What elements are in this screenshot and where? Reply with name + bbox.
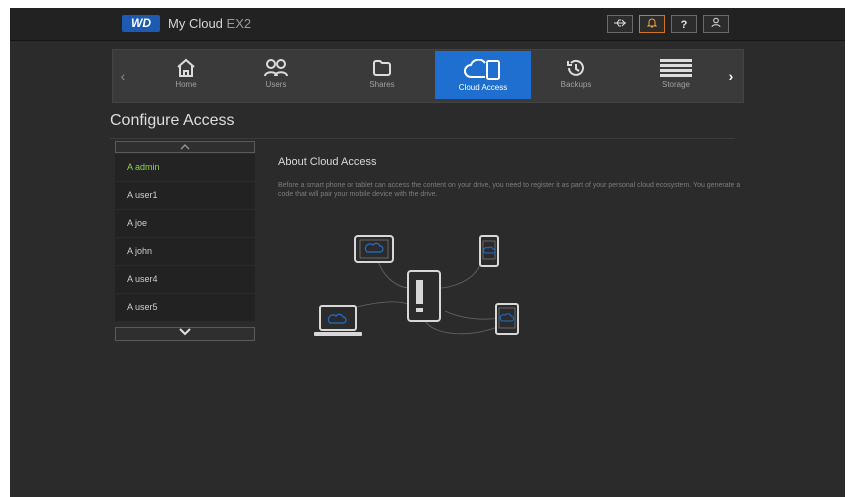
- user-item-john[interactable]: Ajohn: [115, 238, 255, 266]
- storage-icon: [660, 59, 692, 77]
- nav-backups-label: Backups: [560, 80, 592, 89]
- user-item-user4[interactable]: Auser4: [115, 266, 255, 294]
- nav-shares-label: Shares: [369, 80, 395, 89]
- cloud-device-icon: [464, 59, 500, 80]
- nav-prev-arrow[interactable]: ‹: [115, 50, 131, 102]
- user-icon: A: [127, 218, 134, 228]
- user-icon: A: [127, 162, 134, 172]
- page-title: Configure Access: [110, 112, 235, 129]
- tablet-top-icon: [354, 235, 394, 263]
- user-name: user1: [135, 190, 158, 200]
- user-name: joe: [135, 218, 148, 228]
- title-divider: [110, 138, 735, 139]
- cloud-devices-illustration: [314, 235, 519, 336]
- scroll-down-button[interactable]: [115, 327, 255, 341]
- user-item-user5[interactable]: Auser5: [115, 294, 255, 322]
- nav-home[interactable]: Home: [141, 50, 231, 102]
- product-model: EX2: [226, 16, 252, 31]
- wd-logo: WD: [122, 15, 160, 32]
- product-name-text: My Cloud: [168, 16, 223, 31]
- home-icon: [177, 58, 195, 77]
- phone-top-icon: [479, 235, 499, 267]
- user-item-user1[interactable]: Auser1: [115, 182, 255, 210]
- nav-backups[interactable]: Backups: [531, 50, 621, 102]
- nav-next-arrow[interactable]: ›: [723, 50, 739, 102]
- nav-users[interactable]: Users: [231, 50, 321, 102]
- user-menu-button[interactable]: [703, 15, 729, 33]
- nav-users-label: Users: [265, 80, 287, 89]
- user-icon: [711, 17, 721, 28]
- users-icon: [264, 59, 288, 77]
- user-icon: A: [127, 302, 134, 312]
- top-bar: WD My Cloud EX2 ?: [10, 8, 845, 41]
- user-icon: A: [127, 274, 134, 284]
- user-list: Aadmin Auser1 Ajoe Ajohn Auser4 Auser5: [115, 141, 255, 341]
- nav-cloud-access[interactable]: Cloud Access: [435, 51, 531, 99]
- main-nav: ‹ Home Users Shares Cloud Access Backups…: [112, 49, 744, 103]
- folder-icon: [373, 60, 391, 76]
- user-icon: A: [127, 246, 134, 256]
- chevron-up-icon: [180, 144, 190, 150]
- nav-shares[interactable]: Shares: [337, 50, 427, 102]
- bell-icon: [646, 18, 658, 28]
- user-name: admin: [135, 162, 160, 172]
- alert-button[interactable]: [639, 15, 665, 33]
- user-list-items: Aadmin Auser1 Ajoe Ajohn Auser4 Auser5: [115, 154, 255, 322]
- history-icon: [567, 59, 584, 76]
- chevron-down-icon: [179, 328, 191, 336]
- user-item-admin[interactable]: Aadmin: [115, 154, 255, 182]
- tablet-bottom-icon: [495, 303, 519, 335]
- usb-button[interactable]: [607, 15, 633, 33]
- nav-storage-label: Storage: [661, 80, 691, 89]
- user-name: user5: [135, 302, 158, 312]
- app-window: WD My Cloud EX2 ? ‹ Home Users Shares Cl…: [10, 8, 845, 497]
- product-name: My Cloud EX2: [168, 15, 251, 32]
- nav-storage[interactable]: Storage: [631, 50, 721, 102]
- nav-home-label: Home: [175, 80, 197, 89]
- help-button[interactable]: ?: [671, 15, 697, 33]
- nav-cloud-access-label: Cloud Access: [458, 83, 508, 92]
- user-icon: A: [127, 190, 134, 200]
- user-name: user4: [135, 274, 158, 284]
- usb-icon: [614, 19, 626, 27]
- laptop-icon: [314, 305, 362, 336]
- about-text: Before a smart phone or tablet can acces…: [278, 182, 741, 198]
- user-item-joe[interactable]: Ajoe: [115, 210, 255, 238]
- user-name: john: [135, 246, 153, 256]
- about-title: About Cloud Access: [278, 156, 377, 168]
- scroll-up-button[interactable]: [115, 141, 255, 153]
- toolbar-icons: ?: [607, 15, 729, 33]
- nas-drive-icon: [407, 270, 441, 322]
